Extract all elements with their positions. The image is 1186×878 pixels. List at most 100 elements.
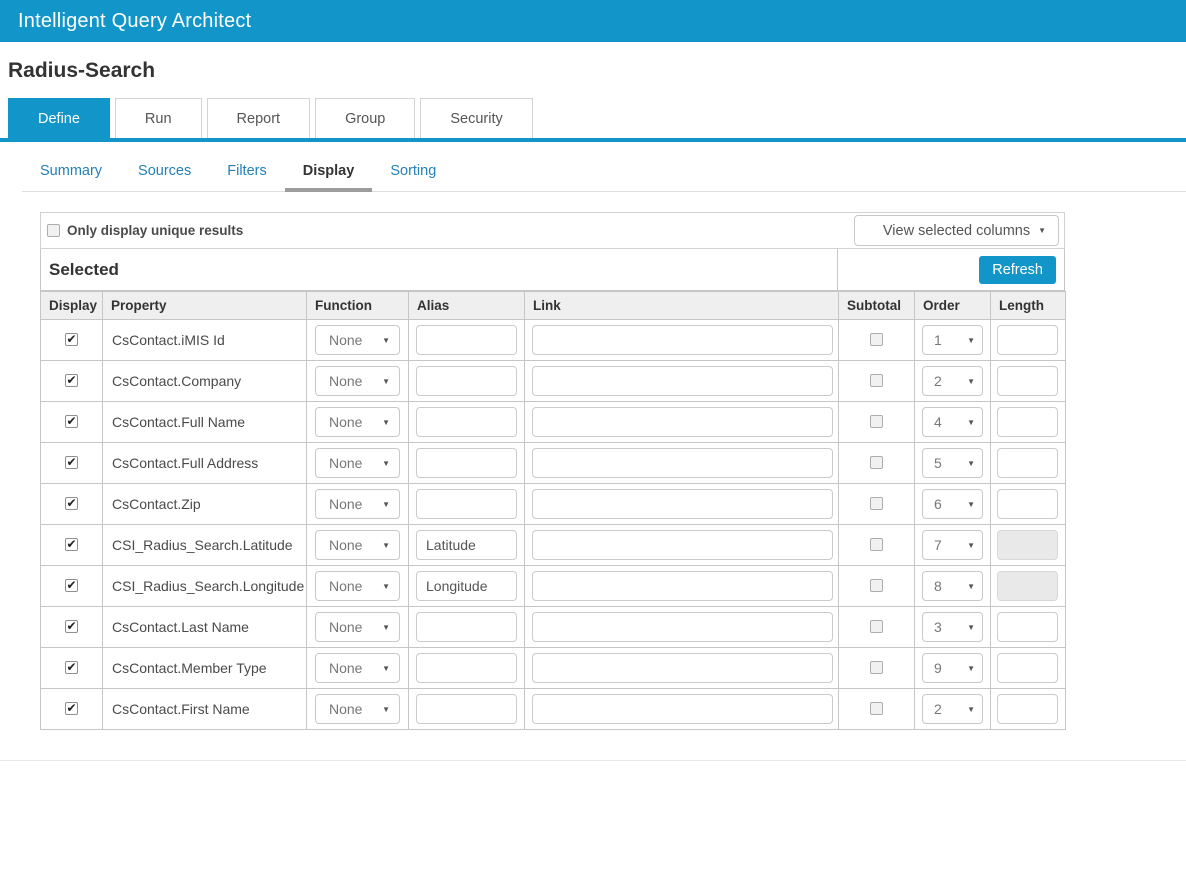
function-select[interactable]: None ▼ bbox=[315, 407, 400, 437]
order-select[interactable]: 5 ▼ bbox=[922, 448, 983, 478]
display-panel: ✔ Only display unique results View selec… bbox=[40, 212, 1065, 730]
order-value: 3 bbox=[934, 619, 942, 635]
function-select[interactable]: None ▼ bbox=[315, 448, 400, 478]
table-row: ✔ CsContact.Company None ▼ ✔ 2 ▼ bbox=[41, 361, 1066, 402]
subtotal-checkbox[interactable]: ✔ bbox=[870, 415, 883, 428]
alias-input[interactable] bbox=[416, 612, 517, 642]
order-select[interactable]: 2 ▼ bbox=[922, 366, 983, 396]
subtotal-checkbox[interactable]: ✔ bbox=[870, 456, 883, 469]
function-select[interactable]: None ▼ bbox=[315, 612, 400, 642]
order-select[interactable]: 6 ▼ bbox=[922, 489, 983, 519]
alias-input[interactable] bbox=[416, 653, 517, 683]
length-input[interactable] bbox=[997, 407, 1058, 437]
display-checkbox[interactable]: ✔ bbox=[65, 702, 78, 715]
function-select[interactable]: None ▼ bbox=[315, 489, 400, 519]
link-input[interactable] bbox=[532, 489, 833, 519]
order-select[interactable]: 1 ▼ bbox=[922, 325, 983, 355]
chevron-down-icon: ▼ bbox=[382, 705, 390, 714]
refresh-button[interactable]: Refresh bbox=[979, 256, 1056, 284]
function-select[interactable]: None ▼ bbox=[315, 366, 400, 396]
length-input[interactable] bbox=[997, 694, 1058, 724]
alias-input[interactable] bbox=[416, 571, 517, 601]
tab-define[interactable]: Define bbox=[8, 98, 110, 138]
display-checkbox[interactable]: ✔ bbox=[65, 620, 78, 633]
length-input[interactable] bbox=[997, 366, 1058, 396]
alias-input[interactable] bbox=[416, 694, 517, 724]
display-checkbox[interactable]: ✔ bbox=[65, 661, 78, 674]
subtotal-checkbox[interactable]: ✔ bbox=[870, 620, 883, 633]
alias-input[interactable] bbox=[416, 325, 517, 355]
display-checkbox[interactable]: ✔ bbox=[65, 456, 78, 469]
length-input[interactable] bbox=[997, 489, 1058, 519]
subtotal-checkbox[interactable]: ✔ bbox=[870, 661, 883, 674]
function-select[interactable]: None ▼ bbox=[315, 694, 400, 724]
alias-input[interactable] bbox=[416, 489, 517, 519]
subtotal-checkbox[interactable]: ✔ bbox=[870, 333, 883, 346]
subtotal-checkbox[interactable]: ✔ bbox=[870, 702, 883, 715]
view-columns-select[interactable]: View selected columns ▼ bbox=[854, 215, 1059, 246]
function-value: None bbox=[329, 373, 362, 389]
order-value: 8 bbox=[934, 578, 942, 594]
subtab-filters[interactable]: Filters bbox=[209, 155, 284, 191]
panel-bottom-divider bbox=[0, 760, 1186, 761]
alias-input[interactable] bbox=[416, 448, 517, 478]
subtotal-checkbox[interactable]: ✔ bbox=[870, 579, 883, 592]
link-input[interactable] bbox=[532, 612, 833, 642]
order-select[interactable]: 3 ▼ bbox=[922, 612, 983, 642]
link-input[interactable] bbox=[532, 366, 833, 396]
alias-input[interactable] bbox=[416, 407, 517, 437]
alias-input[interactable] bbox=[416, 366, 517, 396]
display-checkbox[interactable]: ✔ bbox=[65, 579, 78, 592]
subtab-display[interactable]: Display bbox=[285, 155, 373, 192]
function-select[interactable]: None ▼ bbox=[315, 571, 400, 601]
link-input[interactable] bbox=[532, 571, 833, 601]
link-input[interactable] bbox=[532, 448, 833, 478]
length-input[interactable] bbox=[997, 571, 1058, 601]
length-input[interactable] bbox=[997, 612, 1058, 642]
chevron-down-icon: ▼ bbox=[967, 336, 975, 345]
display-checkbox[interactable]: ✔ bbox=[65, 374, 78, 387]
link-input[interactable] bbox=[532, 325, 833, 355]
link-input[interactable] bbox=[532, 407, 833, 437]
subtotal-checkbox[interactable]: ✔ bbox=[870, 538, 883, 551]
subtab-sorting[interactable]: Sorting bbox=[372, 155, 454, 191]
chevron-down-icon: ▼ bbox=[967, 541, 975, 550]
subtotal-checkbox[interactable]: ✔ bbox=[870, 497, 883, 510]
display-checkbox[interactable]: ✔ bbox=[65, 497, 78, 510]
unique-results-checkbox[interactable]: ✔ bbox=[47, 224, 60, 237]
order-select[interactable]: 4 ▼ bbox=[922, 407, 983, 437]
display-checkbox[interactable]: ✔ bbox=[65, 538, 78, 551]
subtab-sources[interactable]: Sources bbox=[120, 155, 209, 191]
function-select[interactable]: None ▼ bbox=[315, 653, 400, 683]
display-checkbox[interactable]: ✔ bbox=[65, 333, 78, 346]
order-select[interactable]: 2 ▼ bbox=[922, 694, 983, 724]
chevron-down-icon: ▼ bbox=[382, 418, 390, 427]
subtotal-checkbox[interactable]: ✔ bbox=[870, 374, 883, 387]
tab-report[interactable]: Report bbox=[207, 98, 311, 138]
chevron-down-icon: ▼ bbox=[382, 377, 390, 386]
function-value: None bbox=[329, 455, 362, 471]
link-input[interactable] bbox=[532, 694, 833, 724]
length-input[interactable] bbox=[997, 325, 1058, 355]
subtab-summary[interactable]: Summary bbox=[22, 155, 120, 191]
order-select[interactable]: 7 ▼ bbox=[922, 530, 983, 560]
display-checkbox[interactable]: ✔ bbox=[65, 415, 78, 428]
table-row: ✔ CsContact.Full Address None ▼ ✔ 5 ▼ bbox=[41, 443, 1066, 484]
order-select[interactable]: 8 ▼ bbox=[922, 571, 983, 601]
app-header: Intelligent Query Architect bbox=[0, 0, 1186, 42]
function-select[interactable]: None ▼ bbox=[315, 530, 400, 560]
length-input[interactable] bbox=[997, 653, 1058, 683]
tab-security[interactable]: Security bbox=[420, 98, 532, 138]
link-input[interactable] bbox=[532, 530, 833, 560]
length-input[interactable] bbox=[997, 448, 1058, 478]
function-select[interactable]: None ▼ bbox=[315, 325, 400, 355]
length-input[interactable] bbox=[997, 530, 1058, 560]
chevron-down-icon: ▼ bbox=[382, 459, 390, 468]
order-select[interactable]: 9 ▼ bbox=[922, 653, 983, 683]
alias-input[interactable] bbox=[416, 530, 517, 560]
link-input[interactable] bbox=[532, 653, 833, 683]
property-label: CSI_Radius_Search.Longitude bbox=[112, 578, 304, 594]
tab-group[interactable]: Group bbox=[315, 98, 415, 138]
col-header-subtotal: Subtotal bbox=[839, 292, 915, 320]
tab-run[interactable]: Run bbox=[115, 98, 202, 138]
